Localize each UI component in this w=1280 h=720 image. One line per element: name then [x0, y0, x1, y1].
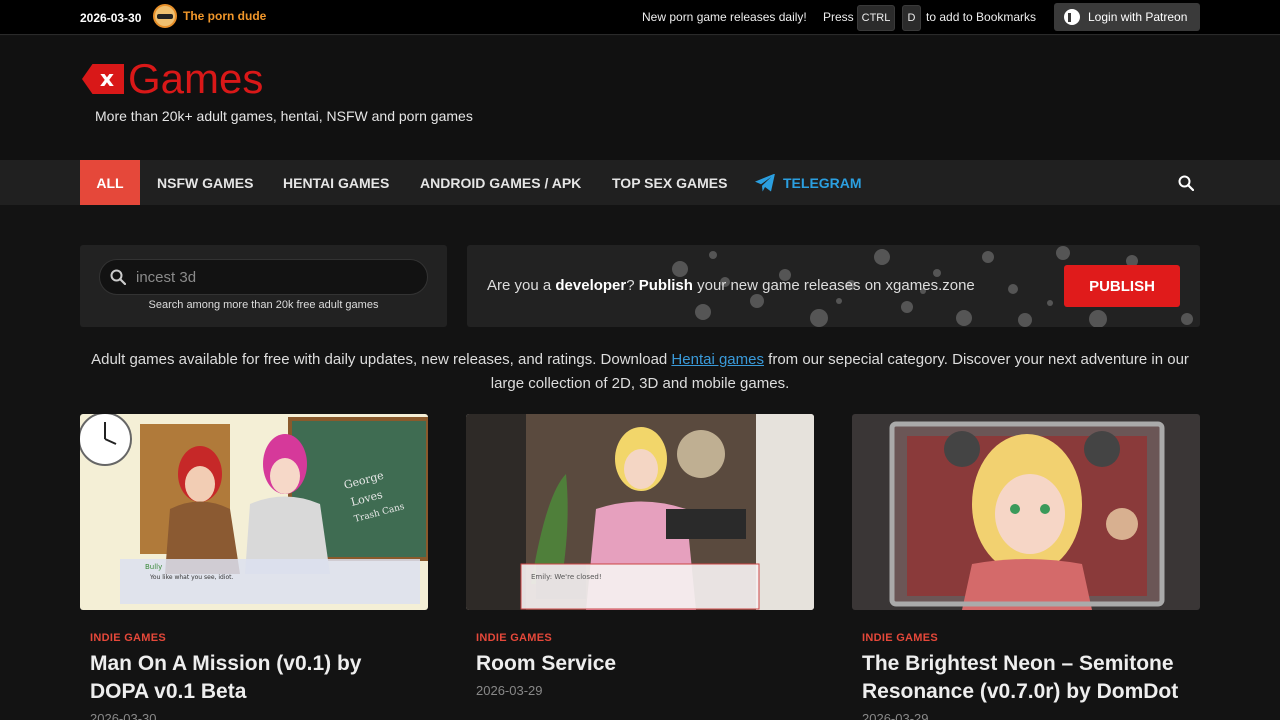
- game-card[interactable]: Bully You like what you see, idiot. Geor…: [80, 414, 428, 720]
- publish-button[interactable]: PUBLISH: [1064, 265, 1180, 307]
- patreon-login-label: Login with Patreon: [1088, 10, 1188, 24]
- nav-item-hentai-games[interactable]: HENTAI GAMES: [283, 160, 389, 205]
- game-thumbnail[interactable]: Emily: We're closed!: [466, 414, 814, 610]
- hentai-games-link[interactable]: Hentai games: [671, 351, 764, 368]
- site-logo[interactable]: x Games: [82, 55, 264, 102]
- game-card[interactable]: INDIE GAMES The Brightest Neon – Semiton…: [852, 414, 1200, 720]
- search-icon[interactable]: [1178, 175, 1194, 191]
- d-key: D: [902, 5, 921, 31]
- nav-item-nsfw-games[interactable]: NSFW GAMES: [157, 160, 253, 205]
- svg-text:Emily: We're closed!: Emily: We're closed!: [531, 573, 602, 581]
- card-date: 2026-03-29: [476, 683, 543, 698]
- game-thumbnail[interactable]: [852, 414, 1200, 610]
- current-date: 2026-03-30: [80, 11, 142, 25]
- card-title[interactable]: The Brightest Neon – Semitone Resonance …: [862, 650, 1192, 706]
- patreon-login-button[interactable]: Login with Patreon: [1054, 3, 1200, 31]
- promo-text: New porn game releases daily!: [642, 10, 807, 24]
- search-hint: Search among more than 20k free adult ga…: [148, 299, 379, 311]
- telegram-icon: [755, 173, 775, 192]
- porn-dude-label: The porn dude: [183, 9, 267, 23]
- porn-dude-link[interactable]: The porn dude: [153, 4, 266, 28]
- search-input[interactable]: [99, 259, 428, 295]
- nav-item-telegram[interactable]: TELEGRAM: [755, 160, 862, 205]
- site-header: x Games More than 20k+ adult games, hent…: [0, 36, 1280, 160]
- card-title[interactable]: Room Service: [476, 650, 806, 678]
- intro-text: Adult games available for free with dail…: [91, 351, 1189, 392]
- patreon-icon: [1064, 9, 1080, 25]
- game-thumbnail[interactable]: Bully You like what you see, idiot. Geor…: [80, 414, 428, 610]
- publish-word: Publish: [638, 277, 693, 294]
- search-panel: Search among more than 20k free adult ga…: [80, 245, 447, 327]
- developer-text: Are you a developer? Publish your new ga…: [487, 277, 975, 294]
- card-date: 2026-03-30: [90, 711, 157, 720]
- search-field-icon: [110, 269, 126, 285]
- card-category[interactable]: INDIE GAMES: [90, 632, 166, 644]
- nav-item-android-games[interactable]: ANDROID GAMES / APK: [420, 160, 581, 205]
- developer-banner: Are you a developer? Publish your new ga…: [467, 245, 1200, 327]
- developer-word: developer: [555, 277, 627, 294]
- svg-text:Bully: Bully: [145, 563, 162, 571]
- press-text: Press: [823, 10, 854, 24]
- game-card[interactable]: Emily: We're closed! INDIE GAMES Room Se…: [466, 414, 814, 698]
- top-bar: 2026-03-30 The porn dude New porn game r…: [0, 0, 1280, 35]
- porn-dude-icon: [153, 4, 177, 28]
- nav-item-telegram-label: TELEGRAM: [783, 174, 862, 191]
- ctrl-key: CTRL: [857, 5, 895, 31]
- nav-item-all[interactable]: ALL: [80, 160, 140, 205]
- site-tagline: More than 20k+ adult games, hentai, NSFW…: [95, 108, 473, 124]
- logo-x-mark: x: [82, 64, 124, 94]
- main-nav: ALL NSFW GAMES HENTAI GAMES ANDROID GAME…: [0, 160, 1280, 205]
- card-title[interactable]: Man On A Mission (v0.1) by DOPA v0.1 Bet…: [90, 650, 420, 706]
- card-category[interactable]: INDIE GAMES: [476, 632, 552, 644]
- card-category[interactable]: INDIE GAMES: [862, 632, 938, 644]
- nav-item-top-sex-games[interactable]: TOP SEX GAMES: [612, 160, 727, 205]
- svg-text:You like what you see, idiot.: You like what you see, idiot.: [149, 574, 234, 581]
- bookmark-text: to add to Bookmarks: [926, 10, 1037, 24]
- card-date: 2026-03-29: [862, 711, 929, 720]
- logo-text: Games: [128, 55, 264, 102]
